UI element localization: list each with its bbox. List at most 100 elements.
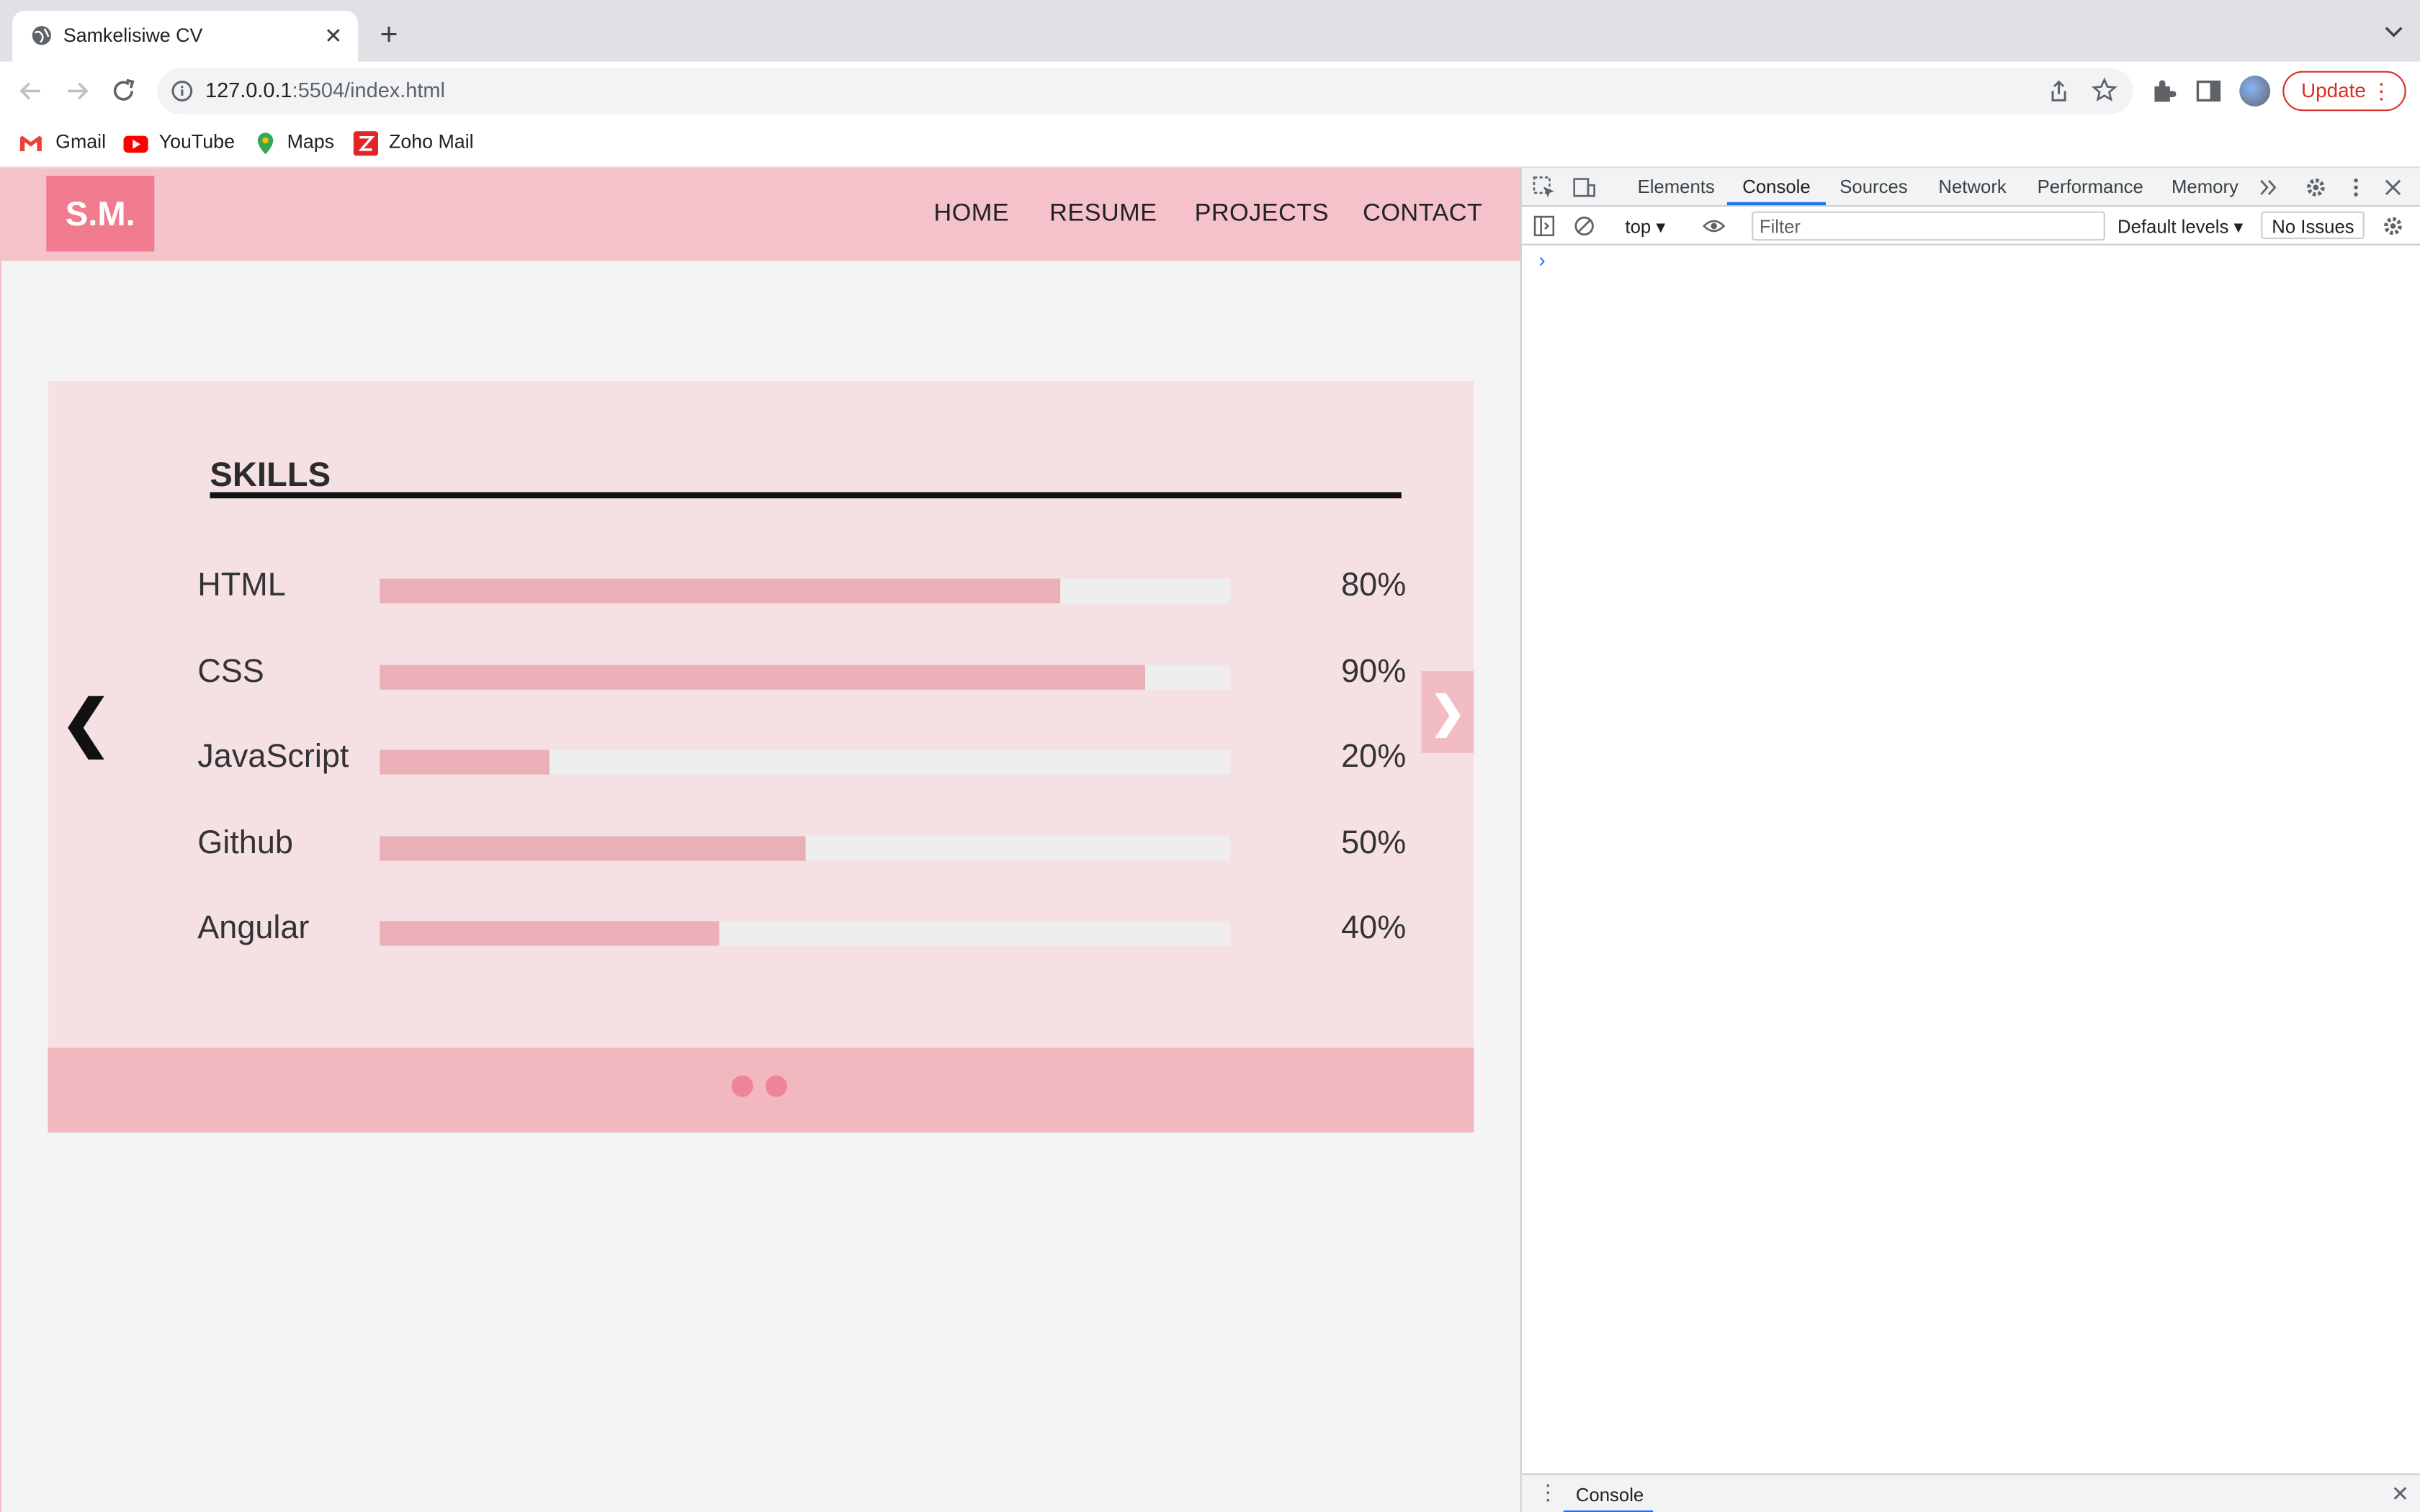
skill-name: JavaScript: [197, 739, 349, 775]
live-expression-eye-icon[interactable]: [1702, 215, 1726, 238]
title-underline: [210, 492, 1402, 499]
new-tab-button[interactable]: +: [374, 20, 405, 51]
devtools-tab-memory[interactable]: Memory: [2172, 176, 2238, 197]
log-levels-dropdown[interactable]: Default levels ▾: [2118, 216, 2243, 238]
slider-indicator-bar: [48, 1048, 1474, 1133]
site-header: S.M. HOME RESUME PROJECTS CONTACT: [1, 168, 1520, 261]
gmail-icon: [19, 135, 42, 151]
console-settings-gear-icon[interactable]: [2381, 215, 2404, 238]
skill-percent: 40%: [1341, 910, 1407, 946]
skill-row: Github 50%: [48, 824, 1474, 870]
drawer-close-icon[interactable]: ✕: [2391, 1481, 2409, 1507]
extensions-puzzle-icon[interactable]: [2148, 76, 2179, 107]
section-title: SKILLS: [210, 455, 331, 494]
reload-icon[interactable]: [108, 76, 139, 107]
device-toolbar-icon[interactable]: [1573, 176, 1596, 199]
skill-progress-track: [380, 664, 1230, 689]
bookmark-star-icon[interactable]: [2091, 77, 2118, 103]
skill-progress-fill: [380, 750, 550, 775]
slide-dot-1[interactable]: [731, 1075, 753, 1097]
skill-name: HTML: [197, 567, 286, 603]
context-label: top: [1625, 216, 1652, 238]
screen: Samkelisiwe CV ✕ + 127.0.0.1:5504/index.…: [0, 0, 2420, 1512]
devtools-tab-network[interactable]: Network: [1938, 176, 2006, 197]
page-viewport: S.M. HOME RESUME PROJECTS CONTACT SKILLS…: [0, 168, 1520, 1512]
tab-strip: Samkelisiwe CV ✕ +: [0, 0, 2420, 62]
devtools-tab-elements[interactable]: Elements: [1638, 176, 1715, 197]
back-arrow-icon[interactable]: [15, 76, 46, 107]
devtools-tab-console[interactable]: Console: [1742, 176, 1810, 197]
nav-projects[interactable]: PROJECTS: [1195, 201, 1329, 229]
devtools-panel: Elements Console Sources Network Perform…: [1520, 168, 2420, 1512]
url-text[interactable]: 127.0.0.1:5504/index.html: [205, 78, 445, 102]
site-logo[interactable]: S.M.: [46, 176, 155, 252]
nav-resume[interactable]: RESUME: [1049, 201, 1157, 229]
bookmark-gmail[interactable]: Gmail: [55, 131, 106, 153]
update-label: Update: [2301, 78, 2366, 102]
context-selector[interactable]: top ▾: [1625, 216, 1665, 238]
skill-progress-track: [380, 835, 1230, 860]
skill-row: JavaScript 20%: [48, 739, 1474, 785]
sidebar-toggle-icon[interactable]: [1533, 215, 1556, 238]
inspect-element-icon[interactable]: [1533, 176, 1556, 199]
share-icon[interactable]: [2046, 78, 2071, 103]
skill-name: CSS: [197, 653, 264, 689]
settings-gear-icon[interactable]: [2304, 176, 2327, 199]
skill-name: Angular: [197, 910, 310, 946]
skill-progress-fill: [380, 664, 1145, 689]
skill-percent: 90%: [1341, 653, 1407, 689]
bookmark-youtube[interactable]: YouTube: [159, 131, 235, 153]
close-devtools-icon[interactable]: [2381, 176, 2404, 199]
chevron-down-icon[interactable]: [2383, 22, 2405, 43]
devtools-tab-performance[interactable]: Performance: [2038, 176, 2143, 197]
zoho-mail-icon: [353, 131, 378, 156]
skill-progress-fill: [380, 835, 806, 860]
update-button[interactable]: Update ⋮: [2282, 71, 2406, 112]
close-tab-icon[interactable]: ✕: [321, 23, 346, 48]
maps-pin-icon: [257, 132, 274, 155]
youtube-icon: [123, 135, 148, 153]
tab-title: Samkelisiwe CV: [63, 24, 203, 47]
more-menu-icon[interactable]: ⋮: [2370, 73, 2392, 109]
address-bar[interactable]: 127.0.0.1:5504/index.html: [157, 68, 2133, 114]
more-tabs-chevron-icon[interactable]: [2257, 176, 2280, 199]
slide-dot-2[interactable]: [765, 1075, 787, 1097]
nav-home[interactable]: HOME: [933, 201, 1009, 229]
kebab-menu-icon[interactable]: [2344, 176, 2367, 199]
skill-percent: 80%: [1341, 567, 1407, 603]
console-toolbar: top ▾ Filter Default levels ▾ No Issues: [1521, 207, 2420, 246]
skill-progress-track: [380, 921, 1230, 946]
drawer-tab-console[interactable]: Console: [1576, 1484, 1644, 1506]
bookmark-maps[interactable]: Maps: [287, 131, 335, 153]
info-icon[interactable]: [171, 80, 193, 102]
bookmark-zoho-mail[interactable]: Zoho Mail: [389, 131, 474, 153]
devtools-tab-sources[interactable]: Sources: [1839, 176, 1907, 197]
clear-console-icon[interactable]: [1573, 215, 1596, 238]
devtools-drawer: ⋮ Console ✕: [1521, 1473, 2420, 1512]
url-path: :5504/index.html: [292, 78, 445, 102]
skill-progress-track: [380, 578, 1230, 603]
console-prompt[interactable]: ›: [1538, 248, 1545, 271]
profile-avatar[interactable]: [2239, 76, 2271, 107]
skill-percent: 50%: [1341, 824, 1407, 860]
nav-contact[interactable]: CONTACT: [1363, 201, 1482, 229]
globe-icon: [32, 26, 51, 45]
log-levels-label: Default levels: [2118, 216, 2229, 238]
forward-arrow-icon[interactable]: [62, 76, 93, 107]
skill-percent: 20%: [1341, 739, 1407, 775]
devtools-tab-bar: Elements Console Sources Network Perform…: [1521, 168, 2420, 207]
prev-slide-arrow[interactable]: ❮: [60, 687, 112, 761]
skills-slider: SKILLS HTML 80% CSS 90% JavaScript 20% Github 5…: [48, 381, 1474, 1133]
skill-row: CSS 90%: [48, 654, 1474, 700]
bookmarks-bar: Gmail YouTube Maps Zoho Mail: [0, 120, 2420, 168]
side-panel-icon[interactable]: [2193, 76, 2224, 107]
next-slide-arrow[interactable]: ❯: [1421, 671, 1474, 753]
skill-progress-fill: [380, 578, 1061, 603]
browser-tab[interactable]: Samkelisiwe CV ✕: [12, 11, 359, 62]
skill-progress-fill: [380, 921, 720, 946]
issues-button[interactable]: No Issues: [2261, 211, 2365, 240]
browser-toolbar: 127.0.0.1:5504/index.html Update ⋮: [0, 61, 2420, 121]
drawer-menu-icon[interactable]: ⋮: [1537, 1481, 1559, 1503]
skill-progress-track: [380, 750, 1230, 775]
console-filter-input[interactable]: Filter: [1752, 211, 2105, 241]
